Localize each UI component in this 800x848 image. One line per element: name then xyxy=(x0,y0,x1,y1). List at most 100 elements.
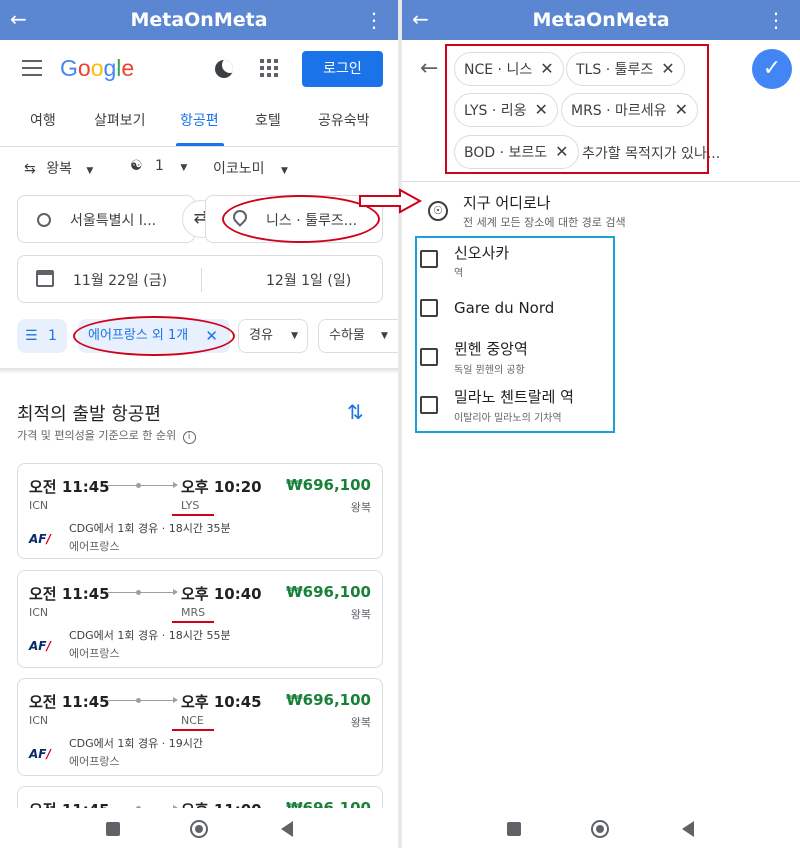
route-line xyxy=(108,589,178,595)
arrive-time: 오후 10:45 xyxy=(181,693,262,711)
flight-card[interactable]: 오전 11:45 오후 10:45 ₩696,100 ICN NCE 왕복 AF… xyxy=(17,678,383,776)
search-card-shadow xyxy=(0,368,398,374)
right-screen: ← MetaOnMeta ⋮ ← NCE · 니스 ✕ TLS · 툴루즈 ✕ LY… xyxy=(402,0,800,848)
menu-icon[interactable] xyxy=(22,60,42,76)
dark-mode-icon[interactable] xyxy=(215,60,233,78)
tab-flights[interactable]: 항공편 xyxy=(180,110,219,130)
airline-logo: AF/ xyxy=(29,747,51,761)
search-back-icon[interactable]: ← xyxy=(420,56,438,81)
flight-details: CDG에서 1회 경유 · 18시간 35분 xyxy=(69,522,231,535)
swap-arrows-icon: ⇆ xyxy=(24,161,36,177)
return-date[interactable]: 12월 1일 (일) xyxy=(266,270,351,290)
dropdown-arrow-icon: ▼ xyxy=(280,166,288,176)
home-button[interactable] xyxy=(591,820,609,838)
apps-grid-icon[interactable] xyxy=(260,59,278,77)
filter-count: 1 xyxy=(48,328,57,344)
chips-annotation-box xyxy=(445,44,709,174)
airline-logo: AF/ xyxy=(29,639,51,653)
login-button[interactable]: 로그인 xyxy=(302,51,383,87)
cabin-label: 이코노미 xyxy=(213,161,265,177)
trip-type: 왕복 xyxy=(350,608,371,621)
annotation-underline xyxy=(172,729,214,731)
annotation-underline xyxy=(172,621,214,623)
annotation-underline xyxy=(172,514,214,516)
flight-details: CDG에서 1회 경유 · 19시간 xyxy=(69,737,203,750)
back-button[interactable] xyxy=(281,821,293,837)
more-options-icon[interactable]: ⋮ xyxy=(364,8,384,32)
all-filters-button[interactable]: ☰ 1 xyxy=(17,319,67,353)
route-line xyxy=(108,482,178,488)
destination-airport: NCE xyxy=(181,714,204,727)
dates-divider xyxy=(201,268,202,292)
tab-hotels[interactable]: 호텔 xyxy=(255,110,281,130)
google-logo: Google xyxy=(60,55,135,81)
section-title: 최적의 출발 항공편 xyxy=(17,404,161,425)
destination-airport: MRS xyxy=(181,606,206,619)
home-button[interactable] xyxy=(190,820,208,838)
price: ₩696,100 xyxy=(286,583,371,601)
airline-chip-annotation-ellipse xyxy=(73,316,235,356)
dropdown-arrow-icon: ▼ xyxy=(291,331,298,341)
stops-filter-label: 경유 xyxy=(249,328,273,343)
anywhere-title: 지구 어디로나 xyxy=(463,194,551,212)
trip-type: 왕복 xyxy=(350,716,371,729)
dropdown-arrow-icon: ▼ xyxy=(381,331,388,341)
route-line xyxy=(108,697,178,703)
price: ₩696,100 xyxy=(286,691,371,709)
flight-details: CDG에서 1회 경유 · 18시간 55분 xyxy=(69,629,231,642)
app-title: MetaOnMeta xyxy=(532,9,670,31)
destination-airport: LYS xyxy=(181,499,200,512)
trip-type-select[interactable]: ⇆ 왕복 ▼ xyxy=(24,158,93,178)
trip-type-label: 왕복 xyxy=(46,161,72,177)
dropdown-arrow-icon: ▼ xyxy=(86,166,94,176)
depart-time: 오전 11:45 xyxy=(29,693,110,711)
anywhere-option[interactable]: ☉ 지구 어디로나 전 세계 모든 장소에 대한 경로 검색 xyxy=(402,186,800,232)
confirm-button[interactable]: ✓ xyxy=(752,49,792,89)
sort-icon[interactable]: ⇅ xyxy=(347,400,364,424)
bags-filter-chip[interactable]: 수하물 ▼ xyxy=(318,319,398,353)
calendar-icon xyxy=(36,270,54,287)
airline-name: 에어프랑스 xyxy=(69,647,120,660)
recents-button[interactable] xyxy=(106,822,120,836)
cabin-select[interactable]: 이코노미 ▼ xyxy=(213,158,288,178)
dropdown-arrow-icon: ▼ xyxy=(180,163,188,173)
recents-button[interactable] xyxy=(507,822,521,836)
depart-date[interactable]: 11월 22일 (금) xyxy=(73,270,167,290)
app-bar: ← MetaOnMeta ⋮ xyxy=(402,0,800,40)
tab-vacation-rentals[interactable]: 공유숙박 xyxy=(318,110,370,130)
globe-search-icon: ☉ xyxy=(428,201,448,221)
more-options-icon[interactable]: ⋮ xyxy=(766,8,786,32)
airline-logo: AF/ xyxy=(29,532,51,546)
origin-field[interactable]: 서울특별시 l... xyxy=(17,195,195,243)
tab-travel[interactable]: 여행 xyxy=(30,110,56,130)
depart-time: 오전 11:45 xyxy=(29,585,110,603)
chips-divider xyxy=(402,181,800,182)
origin-airport: ICN xyxy=(29,499,49,512)
suggestions-annotation-box xyxy=(415,236,615,433)
left-screen: ← MetaOnMeta ⋮ Google 로그인 여행 살펴보기 항공편 호텔… xyxy=(0,0,398,848)
section-subtitle-text: 가격 및 편의성을 기준으로 한 순위 xyxy=(17,429,177,442)
origin-circle-icon xyxy=(37,213,51,227)
app-title: MetaOnMeta xyxy=(130,9,268,31)
section-subtitle: 가격 및 편의성을 기준으로 한 순위 i xyxy=(17,427,196,444)
passengers-select[interactable]: ☯ 1 ▼ xyxy=(130,158,187,174)
tab-explore[interactable]: 살펴보기 xyxy=(94,110,146,130)
tabs-divider xyxy=(0,146,398,147)
price: ₩696,100 xyxy=(286,476,371,494)
stops-filter-chip[interactable]: 경유 ▼ xyxy=(238,319,308,353)
airline-name: 에어프랑스 xyxy=(69,755,120,768)
back-button[interactable] xyxy=(682,821,694,837)
passengers-count: 1 xyxy=(155,158,164,174)
airline-name: 에어프랑스 xyxy=(69,540,120,553)
origin-text: 서울특별시 l... xyxy=(70,213,157,229)
origin-airport: ICN xyxy=(29,606,49,619)
flight-card[interactable]: 오전 11:45 오후 10:40 ₩696,100 ICN MRS 왕복 AF… xyxy=(17,570,383,668)
bags-filter-label: 수하물 xyxy=(329,328,365,343)
origin-airport: ICN xyxy=(29,714,49,727)
info-icon[interactable]: i xyxy=(182,431,196,444)
flight-card[interactable]: 오전 11:45 오후 10:20 ₩696,100 ICN LYS 왕복 AF… xyxy=(17,463,383,559)
annotation-arrow xyxy=(359,188,423,214)
dates-field[interactable]: 11월 22일 (금) 12월 1일 (일) xyxy=(17,255,383,303)
depart-time: 오전 11:45 xyxy=(29,478,110,496)
person-icon: ☯ xyxy=(130,158,143,174)
